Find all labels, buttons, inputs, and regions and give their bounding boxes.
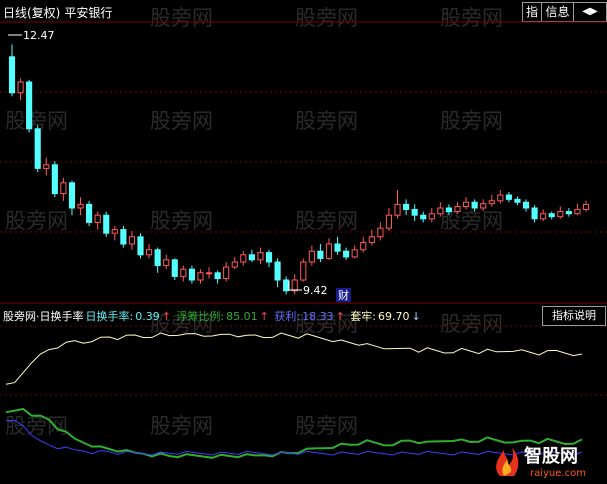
candle	[411, 208, 418, 216]
candle	[514, 198, 521, 203]
turnover-label: 日换手率:	[85, 310, 134, 323]
indicator-legend: 股旁网·日换手率 日换手率: 0.39 ↑ 浮筹比例: 85.01 ↑ 获利: 18.33 ↑…	[3, 308, 423, 324]
logo-text: 智股网	[524, 445, 578, 467]
candle	[248, 254, 255, 261]
candle	[317, 250, 324, 259]
turnover-value: 0.39	[135, 310, 160, 323]
candle	[154, 249, 161, 267]
candle	[197, 272, 204, 281]
candle	[103, 214, 110, 234]
candle	[505, 194, 512, 200]
candle	[437, 207, 444, 215]
candle	[265, 252, 273, 263]
candle	[240, 254, 247, 263]
candle	[26, 81, 33, 130]
candle	[368, 236, 375, 244]
candle	[394, 203, 401, 216]
candlestick-series	[8, 44, 590, 295]
candle	[60, 182, 67, 195]
candle	[120, 229, 127, 245]
stock-chart-window: 日线(复权) 平安银行 指 信息 ◀▶ 股旁网 股旁网 股旁网 股旁网 股旁网 股…	[0, 0, 607, 483]
candle	[574, 208, 581, 215]
candle	[403, 203, 410, 210]
candle	[308, 250, 315, 263]
candle	[223, 266, 230, 280]
candle	[548, 213, 555, 218]
candle	[557, 211, 564, 218]
candle	[480, 203, 487, 209]
float-value: 85.01	[226, 310, 258, 323]
candle	[86, 203, 93, 223]
candle	[94, 214, 101, 223]
candle	[351, 249, 358, 258]
candle	[188, 268, 195, 281]
candle	[420, 214, 427, 220]
trapped-value: 69.70	[378, 310, 410, 323]
profit-label: 获利:	[274, 310, 301, 323]
candle	[497, 194, 504, 202]
logo-url: raiyue.com	[530, 468, 586, 479]
chart-canvas[interactable]: 12.47 9.42 财	[0, 0, 607, 483]
indicator-description-button[interactable]: 指标说明	[542, 306, 606, 326]
candle	[214, 272, 221, 280]
float-label: 浮筹比例:	[176, 310, 225, 323]
candle	[462, 201, 470, 208]
finance-event-label: 财	[338, 288, 349, 302]
candle	[300, 261, 307, 281]
candle	[51, 164, 58, 195]
series-line-yellow	[5, 332, 583, 385]
down-arrow-icon: ↓	[411, 310, 421, 323]
candle	[171, 259, 178, 277]
candle	[582, 203, 590, 210]
candle	[17, 81, 24, 94]
candle	[77, 203, 84, 209]
candle	[146, 249, 153, 256]
candle	[128, 236, 136, 245]
high-price-label: 12.47	[23, 29, 55, 42]
candle	[137, 236, 144, 256]
candle	[283, 279, 290, 292]
candle	[231, 261, 238, 268]
candle	[343, 250, 350, 258]
candle	[522, 201, 530, 209]
candle	[325, 243, 333, 259]
candle	[385, 214, 393, 229]
candle	[565, 211, 572, 215]
low-price-label: 9.42	[303, 284, 328, 297]
candle	[445, 207, 452, 213]
candle	[471, 201, 478, 209]
profit-value: 18.33	[302, 310, 334, 323]
candle	[428, 213, 435, 220]
candle	[454, 206, 461, 213]
flame-logo-icon: 智股网 raiyue.com	[496, 445, 586, 479]
candle	[8, 56, 16, 94]
candle	[68, 182, 76, 209]
candle	[257, 252, 264, 261]
candle	[43, 164, 50, 169]
candle	[205, 272, 213, 275]
candle	[111, 229, 118, 234]
candle	[377, 227, 384, 238]
site-logo: 智股网 raiyue.com	[490, 440, 604, 480]
up-arrow-icon: ↑	[161, 310, 171, 323]
candle	[34, 128, 41, 169]
candle	[334, 243, 341, 252]
candle	[360, 242, 367, 251]
up-arrow-icon: ↑	[335, 310, 345, 323]
candle	[488, 200, 495, 205]
candle	[274, 261, 281, 281]
indicator-name: 股旁网·日换手率	[3, 310, 84, 323]
candle	[531, 207, 538, 220]
up-arrow-icon: ↑	[259, 310, 269, 323]
trapped-label: 套牢:	[350, 310, 377, 323]
candle	[291, 279, 298, 292]
candle	[180, 268, 187, 277]
candle	[163, 259, 170, 267]
candle	[540, 213, 547, 220]
